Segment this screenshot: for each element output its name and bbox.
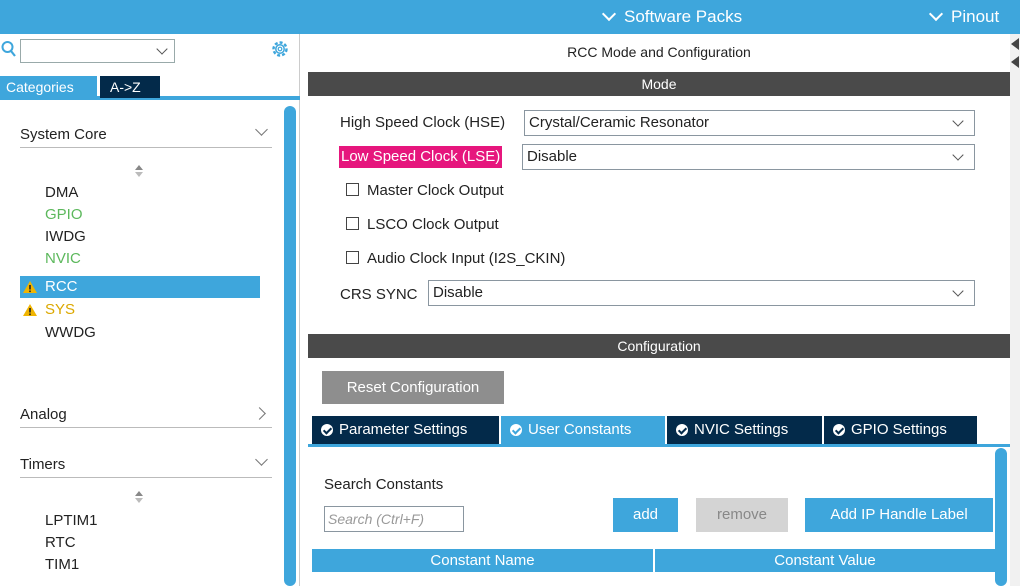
tab-user-constants[interactable]: User Constants <box>501 416 665 444</box>
hse-select[interactable]: Crystal/Ceramic Resonator <box>524 110 975 136</box>
tree-item-lptim1[interactable]: LPTIM1 <box>20 510 260 532</box>
tab-gpio-settings[interactable]: GPIO Settings <box>824 416 977 444</box>
add-button[interactable]: add <box>613 498 678 532</box>
section-analog[interactable]: Analog <box>20 402 272 428</box>
collapse-arrow-icon <box>1011 38 1019 50</box>
page-title: RCC Mode and Configuration <box>567 44 751 60</box>
section-timers[interactable]: Timers <box>20 452 272 478</box>
hse-label: High Speed Clock (HSE) <box>340 114 506 131</box>
tree-item-wwdg[interactable]: WWDG <box>20 322 260 344</box>
gear-icon[interactable] <box>270 39 290 59</box>
check-circle-icon <box>676 424 688 436</box>
search-icon[interactable] <box>1 40 17 58</box>
tree-item-rtc[interactable]: RTC <box>20 532 260 554</box>
lse-value: Disable <box>527 148 578 165</box>
category-search-row <box>0 38 300 64</box>
warning-icon <box>23 304 37 316</box>
tree-item-rcc[interactable]: RCC <box>20 276 260 298</box>
tree-item-label: SYS <box>45 301 76 318</box>
chevron-down-icon <box>601 6 617 22</box>
sort-icon[interactable] <box>133 164 145 178</box>
search-constants-label: Search Constants <box>324 476 444 493</box>
chevron-down-icon <box>952 115 964 127</box>
warning-icon <box>23 281 37 293</box>
reset-configuration-button[interactable]: Reset Configuration <box>322 371 504 404</box>
column-header-constant-value[interactable]: Constant Value <box>655 549 995 572</box>
configuration-tabs: Parameter Settings User Constants NVIC S… <box>312 416 977 444</box>
chevron-down-icon <box>928 6 944 22</box>
crs-sync-value: Disable <box>433 284 484 301</box>
add-ip-handle-label-button[interactable]: Add IP Handle Label <box>805 498 993 532</box>
tree-item-nvic[interactable]: NVIC <box>20 248 260 270</box>
lse-label: Low Speed Clock (LSE) <box>339 146 503 168</box>
checkbox-box <box>346 183 359 196</box>
checkbox-box <box>346 217 359 230</box>
checkbox-box <box>346 251 359 264</box>
tree-item-iwdg[interactable]: IWDG <box>20 226 260 248</box>
checkbox-label: Audio Clock Input (I2S_CKIN) <box>367 250 566 267</box>
chevron-down-icon <box>255 123 268 136</box>
lse-select[interactable]: Disable <box>522 144 975 170</box>
check-circle-icon <box>833 424 845 436</box>
sort-icon[interactable] <box>133 490 145 504</box>
checkbox-label: LSCO Clock Output <box>367 216 499 233</box>
tab-label: GPIO Settings <box>851 421 947 438</box>
categories-panel: Categories A->Z System Core DMA GPIO IWD… <box>0 34 300 586</box>
tab-label: NVIC Settings <box>694 421 789 438</box>
tree-item-sys[interactable]: SYS <box>20 299 260 321</box>
tree-item-dma[interactable]: DMA <box>20 182 260 204</box>
chevron-down-icon <box>952 285 964 297</box>
lsco-clock-output-checkbox[interactable]: LSCO Clock Output <box>346 214 499 236</box>
tab-categories[interactable]: Categories <box>0 76 97 98</box>
audio-clock-input-checkbox[interactable]: Audio Clock Input (I2S_CKIN) <box>346 248 565 270</box>
chevron-down-icon <box>952 149 964 161</box>
section-system-core[interactable]: System Core <box>20 122 272 148</box>
tree-scrollbar[interactable] <box>284 106 296 586</box>
check-circle-icon <box>321 424 333 436</box>
category-search-combobox[interactable] <box>20 39 175 63</box>
top-menu-bar: Software Packs Pinout <box>0 0 1020 34</box>
pinout-label: Pinout <box>951 7 1000 26</box>
column-header-constant-name[interactable]: Constant Name <box>312 549 653 572</box>
chevron-down-icon <box>156 43 168 55</box>
tab-nvic-settings[interactable]: NVIC Settings <box>667 416 822 444</box>
tab-label: User Constants <box>528 421 632 438</box>
tree-item-tim1[interactable]: TIM1 <box>20 554 260 576</box>
configuration-section-header: Configuration <box>308 334 1010 358</box>
chevron-right-icon <box>253 407 266 420</box>
tab-label: Parameter Settings <box>339 421 468 438</box>
section-label: Timers <box>20 456 66 473</box>
pinout-menu[interactable]: Pinout <box>928 0 1000 34</box>
mode-section-header: Mode <box>308 72 1010 96</box>
check-circle-icon <box>510 424 522 436</box>
hse-value: Crystal/Ceramic Resonator <box>529 114 710 131</box>
remove-button[interactable]: remove <box>696 498 788 532</box>
tab-a-to-z[interactable]: A->Z <box>100 76 160 98</box>
software-packs-label: Software Packs <box>624 7 743 26</box>
search-constants-input[interactable]: Search (Ctrl+F) <box>324 506 464 532</box>
collapse-arrow-icon <box>1011 56 1019 68</box>
rcc-config-panel: RCC Mode and Configuration Mode High Spe… <box>308 34 1010 586</box>
crs-sync-label: CRS SYNC <box>340 286 418 303</box>
checkbox-label: Master Clock Output <box>367 182 504 199</box>
category-view-tabs: Categories A->Z <box>0 76 300 100</box>
software-packs-menu[interactable]: Software Packs <box>601 0 743 34</box>
tree-item-label: RCC <box>45 278 78 295</box>
section-label: Analog <box>20 406 67 423</box>
chevron-down-icon <box>255 453 268 466</box>
section-label: System Core <box>20 126 107 143</box>
master-clock-output-checkbox[interactable]: Master Clock Output <box>346 180 504 202</box>
crs-sync-select[interactable]: Disable <box>428 280 975 306</box>
config-scrollbar[interactable] <box>995 448 1007 586</box>
tab-parameter-settings[interactable]: Parameter Settings <box>312 416 499 444</box>
side-collapse-bar[interactable] <box>1010 34 1020 586</box>
tree-item-gpio[interactable]: GPIO <box>20 204 260 226</box>
